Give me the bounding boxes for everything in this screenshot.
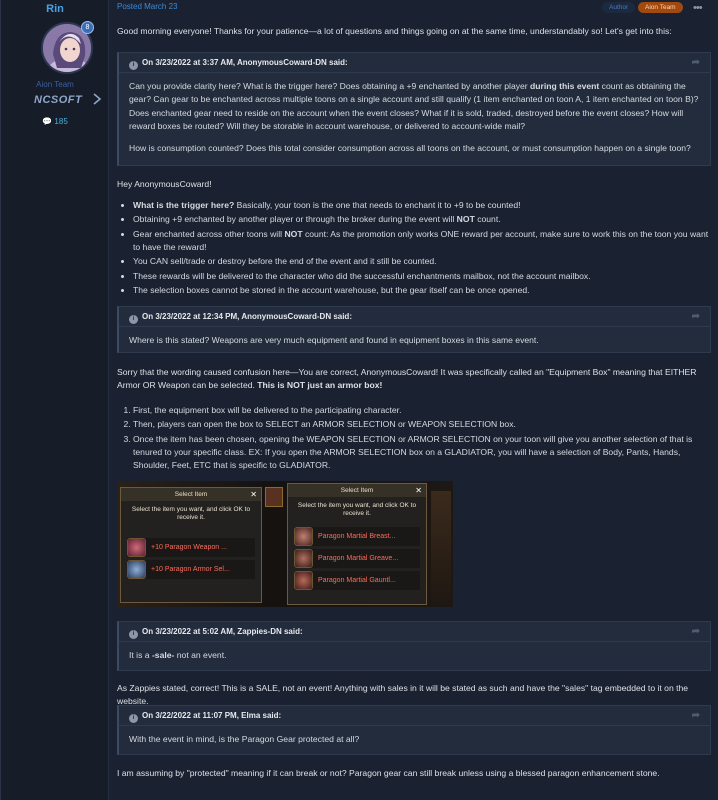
item-label: Paragon Martial Breast... [318, 532, 396, 540]
item-row[interactable]: Paragon Martial Gauntl... [294, 570, 420, 590]
list-item: Obtaining +9 enchanted by another player… [133, 213, 711, 226]
list-item-bold: NOT [284, 228, 303, 239]
quote-text: Where is this stated? Weapons are very m… [129, 335, 539, 345]
share-icon[interactable]: ➦ [692, 307, 700, 327]
list-item: Gear enchanted across other toons will N… [133, 228, 711, 255]
quote-header: i On 3/22/2022 at 11:07 PM, Elma said: ➦ [119, 706, 710, 726]
share-icon[interactable]: ➦ [692, 53, 700, 73]
avatar-badge: 8 [81, 21, 94, 34]
quote-info-icon: i [129, 714, 138, 723]
close-icon[interactable]: ✕ [250, 488, 257, 501]
steps-list: First, the equipment box will be deliver… [117, 404, 711, 474]
quote-text-bold: during this event [530, 81, 600, 91]
ncsoft-logo: NCSOFT [34, 93, 102, 106]
quote-block-3: i On 3/23/2022 at 5:02 AM, Zappies-DN sai… [117, 621, 711, 671]
quote-block-1: i On 3/23/2022 at 3:37 AM, AnonymousCowar… [117, 52, 711, 166]
author-panel: Rin 8 Aion Team NCSOFT 💬 185 [1, 0, 109, 800]
step-item: First, the equipment box will be deliver… [133, 404, 711, 417]
greaves-icon [294, 548, 313, 568]
paragraph-text: Sorry that the wording caused confusion … [117, 367, 697, 391]
quote-info-icon: i [129, 315, 138, 324]
author-badge: Author [602, 2, 636, 13]
list-item: These rewards will be delivered to the c… [133, 270, 711, 283]
panel-instruction: Select the item you want, and click OK t… [131, 506, 251, 522]
weapon-box-icon [127, 537, 146, 557]
quote-text-part: not an event. [174, 650, 227, 660]
reputation-count: 185 [54, 117, 68, 126]
quote-header: i On 3/23/2022 at 12:34 PM, AnonymousCowa… [119, 307, 710, 327]
forum-post: Rin 8 Aion Team NCSOFT 💬 185 Posted Marc… [0, 0, 718, 800]
quote-header: i On 3/23/2022 at 5:02 AM, Zappies-DN sai… [119, 622, 710, 642]
breastplate-icon [294, 526, 313, 546]
answer-list: What is the trigger here? Basically, you… [117, 199, 711, 298]
author-name[interactable]: Rin [1, 1, 109, 18]
item-label: +10 Paragon Armor Sel... [151, 565, 230, 573]
reputation: 💬 185 [1, 116, 109, 128]
list-item-text: Basically, your toon is the one that nee… [234, 200, 521, 210]
svg-text:NCSOFT: NCSOFT [34, 94, 83, 106]
list-item: What is the trigger here? Basically, you… [133, 199, 711, 212]
quote-block-4: i On 3/22/2022 at 11:07 PM, Elma said: ➦ … [117, 705, 711, 755]
select-item-panel-left: Select Item ✕ Select the item you want, a… [120, 487, 262, 603]
quote-text-part: It is a [129, 650, 152, 660]
inventory-slot-icon [265, 487, 283, 507]
list-item: The selection boxes cannot be stored in … [133, 284, 711, 297]
list-item-text: Gear enchanted across other toons will [133, 228, 285, 239]
list-item-bold: What is the trigger here? [133, 200, 235, 210]
quote-block-2: i On 3/23/2022 at 12:34 PM, AnonymousCowa… [117, 306, 711, 353]
quote-text-bold: -sale- [151, 650, 175, 660]
item-row[interactable]: +10 Paragon Weapon ... [127, 537, 255, 557]
quote-text: It is a -sale- not an event. [129, 649, 700, 662]
quote-info-icon: i [129, 630, 138, 639]
more-options-icon[interactable]: ••• [693, 0, 703, 17]
panel-title: Select Item [174, 491, 208, 498]
greeting: Hey AnonymousCoward! [117, 179, 212, 189]
item-label: +10 Paragon Weapon ... [151, 543, 227, 551]
list-item-text: count. [474, 214, 501, 225]
share-icon[interactable]: ➦ [692, 706, 700, 726]
item-label: Paragon Martial Greave... [318, 554, 399, 562]
quote-info-icon: i [129, 61, 138, 70]
quote-header-text[interactable]: On 3/22/2022 at 11:07 PM, Elma said: [142, 711, 281, 720]
item-row[interactable]: +10 Paragon Armor Sel... [127, 559, 255, 579]
author-role: Aion Team [36, 80, 74, 89]
item-row[interactable]: Paragon Martial Greave... [294, 548, 420, 568]
post-date[interactable]: Posted March 23 [117, 1, 177, 13]
list-item-bold: NOT [456, 214, 475, 225]
inventory-edge [431, 491, 451, 601]
team-badge: Aion Team [638, 2, 683, 13]
comment-icon: 💬 [42, 117, 53, 126]
quote-text: Can you provide clarity here? What is th… [129, 80, 700, 133]
protection-paragraph: I am assuming by "protected" meaning if … [117, 768, 660, 778]
armor-box-icon [127, 559, 146, 579]
panel-instruction: Select the item you want, and click OK t… [297, 502, 417, 518]
gauntlets-icon [294, 570, 313, 590]
share-icon[interactable]: ➦ [692, 622, 700, 642]
quote-header-text[interactable]: On 3/23/2022 at 5:02 AM, Zappies-DN said… [142, 627, 303, 636]
panel-title: Select Item [340, 487, 374, 494]
quote-text: With the event in mind, is the Paragon G… [129, 734, 360, 744]
quote-text-part: Can you provide clarity here? What is th… [129, 81, 531, 91]
quote-text: How is consumption counted? Does this to… [129, 143, 691, 154]
close-icon[interactable]: ✕ [415, 484, 422, 497]
item-row[interactable]: Paragon Martial Breast... [294, 526, 420, 546]
quote-header-text[interactable]: On 3/23/2022 at 3:37 AM, AnonymousCoward… [142, 58, 348, 67]
game-screenshot[interactable]: Select Item ✕ Select the item you want, a… [117, 481, 453, 607]
select-item-panel-right: Select Item ✕ Select the item you want, a… [287, 483, 427, 605]
paragraph-bold: This is NOT just an armor box! [257, 380, 383, 391]
quote-header-text[interactable]: On 3/23/2022 at 12:34 PM, AnonymousCowar… [142, 312, 352, 321]
quote-header: i On 3/23/2022 at 3:37 AM, AnonymousCowar… [119, 53, 710, 73]
clarification-paragraph: Sorry that the wording caused confusion … [117, 366, 711, 393]
list-item-text: Obtaining +9 enchanted by another player… [133, 214, 457, 225]
step-item: Then, players can open the box to SELECT… [133, 418, 711, 431]
item-label: Paragon Martial Gauntl... [318, 576, 396, 584]
step-item: Once the item has been chosen, opening t… [133, 433, 711, 473]
list-item: You CAN sell/trade or destroy before the… [133, 255, 711, 268]
intro-paragraph: Good morning everyone! Thanks for your p… [117, 26, 672, 36]
